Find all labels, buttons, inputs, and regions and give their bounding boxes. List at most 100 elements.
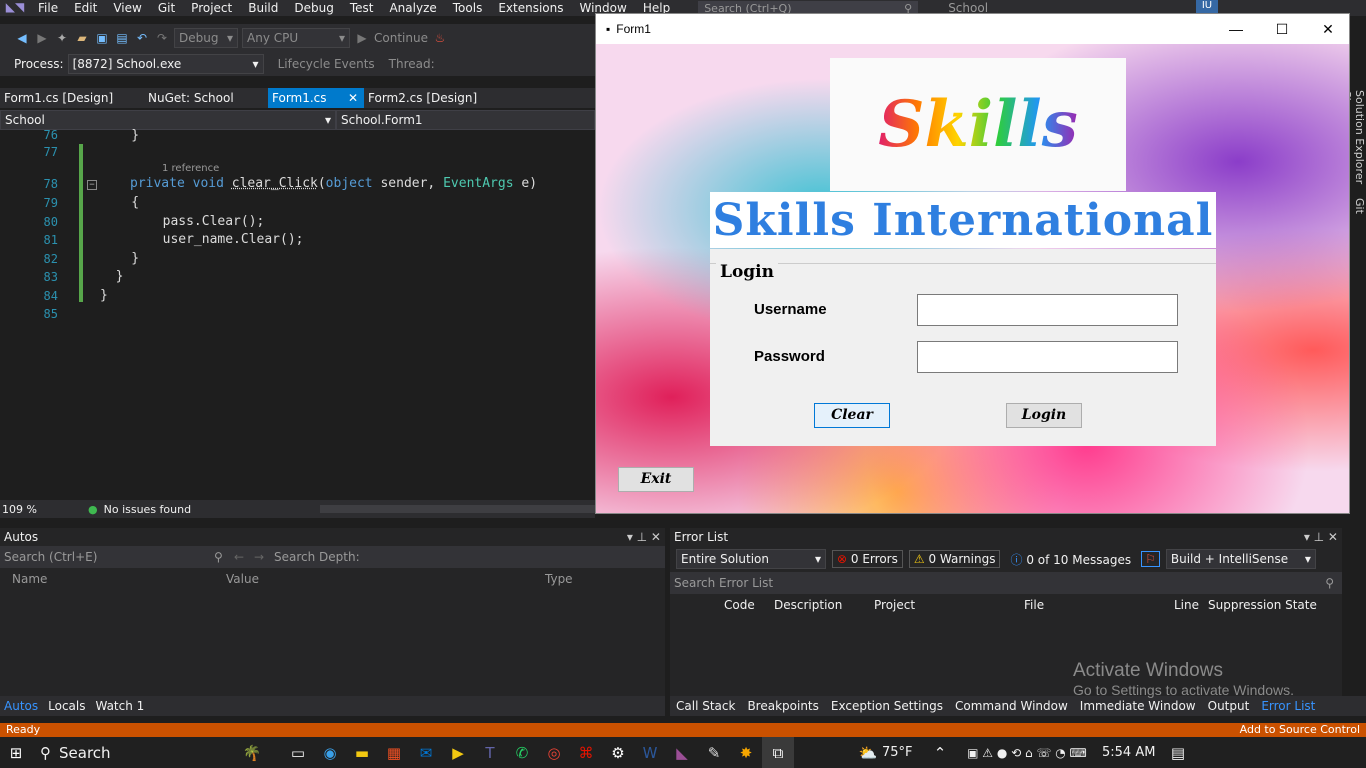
continue-button[interactable]: Continue xyxy=(374,31,428,45)
minimize-icon[interactable]: — xyxy=(1213,14,1259,44)
column-line[interactable]: Line xyxy=(1174,598,1208,612)
visual-studio-icon[interactable]: ◣ xyxy=(666,737,698,768)
code-line[interactable]: } xyxy=(100,269,124,284)
collapse-icon[interactable]: − xyxy=(87,180,97,190)
windows-start-icon[interactable]: ⊞ xyxy=(0,737,32,768)
tab-output[interactable]: Output xyxy=(1208,699,1250,713)
tab-exception-settings[interactable]: Exception Settings xyxy=(831,699,943,713)
horizontal-scrollbar[interactable] xyxy=(320,505,595,513)
open-folder-icon[interactable]: ▰ xyxy=(74,30,90,46)
pane-controls[interactable]: ▾ ⊥ ✕ xyxy=(627,530,661,544)
tab-watch-1[interactable]: Watch 1 xyxy=(95,699,144,713)
tray-icons[interactable]: ▣ ⚠ ● ⟲ ⌂ ☏ ◔ ⌨ xyxy=(952,737,1102,768)
tab-solution-explorer[interactable]: Solution Explorer xyxy=(1353,90,1366,184)
error-search-row[interactable]: Search Error List ⚲ xyxy=(670,572,1342,594)
password-input[interactable] xyxy=(917,341,1178,373)
platform-select[interactable]: Any CPU ▾ xyxy=(242,28,350,48)
tab-command-window[interactable]: Command Window xyxy=(955,699,1068,713)
username-input[interactable] xyxy=(917,294,1178,326)
clock-time[interactable]: 5:54 AM xyxy=(1102,745,1162,760)
hot-reload-icon[interactable]: ♨ xyxy=(432,30,448,46)
new-project-icon[interactable]: ✦ xyxy=(54,30,70,46)
media-player-icon[interactable]: ▶ xyxy=(442,737,474,768)
chevron-up-icon[interactable]: ⌃ xyxy=(928,737,952,768)
code-line[interactable]: { xyxy=(100,195,139,210)
visual-studio-logo-icon[interactable]: ◣◥ xyxy=(0,0,30,16)
scope-select[interactable]: Entire Solution ▾ xyxy=(676,549,826,569)
mail-icon[interactable]: ✉ xyxy=(410,737,442,768)
redo-icon[interactable]: ↷ xyxy=(154,30,170,46)
reference-count[interactable]: 1 reference xyxy=(162,163,219,174)
maximize-icon[interactable]: ☐ xyxy=(1259,14,1305,44)
column-file[interactable]: File xyxy=(1024,598,1174,612)
taskbar-search[interactable]: ⚲ Search xyxy=(32,737,222,768)
pane-controls[interactable]: ▾ ⊥ ✕ xyxy=(1304,530,1338,544)
errors-filter-button[interactable]: ⊗ 0 Errors xyxy=(832,550,903,568)
exit-button[interactable]: Exit xyxy=(618,467,694,492)
tab-form2-design[interactable]: Form2.cs [Design] xyxy=(364,88,483,108)
weather-temperature[interactable]: 75°F xyxy=(882,745,928,760)
tab-form1-design[interactable]: Form1.cs [Design] xyxy=(0,88,144,108)
menu-project[interactable]: Project xyxy=(183,1,240,15)
acrobat-icon[interactable]: ⌘ xyxy=(570,737,602,768)
store-icon[interactable]: ▦ xyxy=(378,737,410,768)
menu-analyze[interactable]: Analyze xyxy=(381,1,444,15)
menu-extensions[interactable]: Extensions xyxy=(490,1,571,15)
play-icon[interactable]: ▶ xyxy=(354,30,370,46)
issues-status[interactable]: No issues found xyxy=(104,503,191,516)
menu-git[interactable]: Git xyxy=(150,1,183,15)
code-line[interactable]: } xyxy=(100,288,108,303)
inkscape-icon[interactable]: ✎ xyxy=(698,737,730,768)
error-search-input[interactable]: Search Error List xyxy=(674,576,773,590)
code-line[interactable]: user_name.Clear(); xyxy=(100,232,304,247)
news-widget-icon[interactable]: 🌴 xyxy=(222,737,282,768)
back-icon[interactable]: ← xyxy=(234,550,254,564)
column-name[interactable]: Name xyxy=(0,572,226,586)
chrome-icon[interactable]: ◎ xyxy=(538,737,570,768)
autos-search-input[interactable]: Search (Ctrl+E) xyxy=(4,550,214,564)
search-icon[interactable]: ⚲ xyxy=(214,550,234,564)
zoom-level[interactable]: 109 % xyxy=(2,503,72,516)
task-view-icon[interactable]: ▭ xyxy=(282,737,314,768)
column-value[interactable]: Value xyxy=(226,572,545,586)
settings-gear-icon[interactable]: ⚙ xyxy=(602,737,634,768)
column-type[interactable]: Type xyxy=(545,572,573,586)
tab-immediate-window[interactable]: Immediate Window xyxy=(1080,699,1196,713)
configuration-select[interactable]: Debug ▾ xyxy=(174,28,238,48)
form1-title-bar[interactable]: ▪ Form1 — ☐ ✕ xyxy=(596,14,1349,44)
save-all-icon[interactable]: ▤ xyxy=(114,30,130,46)
undo-icon[interactable]: ↶ xyxy=(134,30,150,46)
close-icon[interactable]: ✕ xyxy=(348,91,358,108)
running-app-icon[interactable]: ⧉ xyxy=(762,737,794,768)
menu-view[interactable]: View xyxy=(105,1,149,15)
teams-icon[interactable]: T xyxy=(474,737,506,768)
code-line[interactable]: } xyxy=(100,128,139,143)
edge-icon[interactable]: ◉ xyxy=(314,737,346,768)
login-button[interactable]: Login xyxy=(1006,403,1082,428)
warnings-filter-button[interactable]: ⚠ 0 Warnings xyxy=(908,550,1001,568)
tab-locals[interactable]: Locals xyxy=(48,699,85,713)
tab-autos[interactable]: Autos xyxy=(4,699,38,713)
lifecycle-events-button[interactable]: Lifecycle Events xyxy=(278,57,375,71)
column-description[interactable]: Description xyxy=(774,598,874,612)
word-icon[interactable]: W xyxy=(634,737,666,768)
class-dropdown[interactable]: School.Form1 xyxy=(336,110,595,130)
search-icon[interactable]: ⚲ xyxy=(1325,576,1334,590)
build-filter-select[interactable]: Build + IntelliSense ▾ xyxy=(1165,549,1316,569)
menu-file[interactable]: File xyxy=(30,1,66,15)
tab-breakpoints[interactable]: Breakpoints xyxy=(747,699,818,713)
menu-tools[interactable]: Tools xyxy=(445,1,491,15)
forward-icon[interactable]: → xyxy=(254,550,274,564)
column-project[interactable]: Project xyxy=(874,598,1024,612)
code-line[interactable]: pass.Clear(); xyxy=(100,214,265,229)
menu-test[interactable]: Test xyxy=(342,1,382,15)
menu-debug[interactable]: Debug xyxy=(286,1,341,15)
menu-build[interactable]: Build xyxy=(240,1,286,15)
project-dropdown[interactable]: School ▾ xyxy=(0,110,336,130)
notifications-icon[interactable]: ▤ xyxy=(1162,737,1194,768)
add-to-source-control-button[interactable]: Add to Source Control xyxy=(1240,723,1360,737)
forward-icon[interactable]: ▶ xyxy=(34,30,50,46)
clear-button[interactable]: Clear xyxy=(814,403,890,428)
tab-call-stack[interactable]: Call Stack xyxy=(676,699,735,713)
file-explorer-icon[interactable]: ▬ xyxy=(346,737,378,768)
